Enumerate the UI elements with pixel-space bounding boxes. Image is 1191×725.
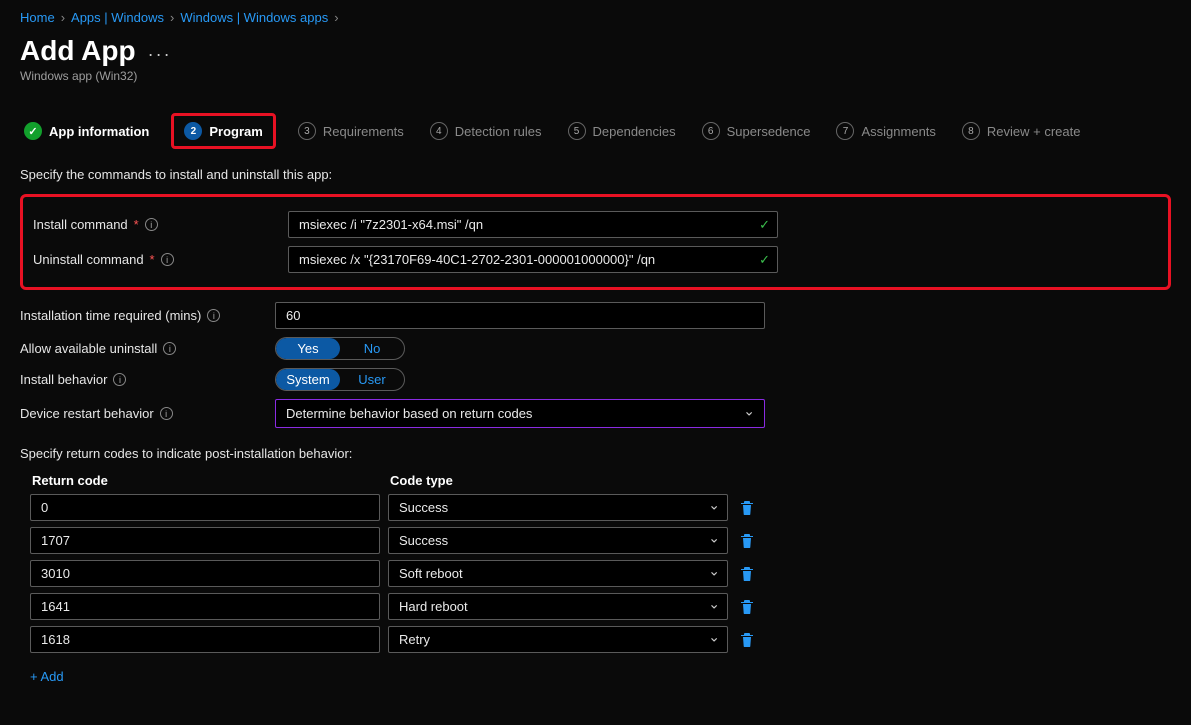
chevron-down-icon (708, 598, 720, 615)
header-code-type: Code type (390, 473, 750, 488)
step-dependencies[interactable]: 5 Dependencies (564, 116, 680, 146)
more-actions-button[interactable]: ··· (148, 44, 172, 65)
info-icon[interactable] (163, 342, 176, 355)
required-indicator: * (150, 252, 155, 267)
install-time-input[interactable] (275, 302, 765, 329)
step-number-icon: 8 (962, 122, 980, 140)
step-number-icon: 6 (702, 122, 720, 140)
delete-row-button[interactable] (736, 562, 758, 586)
chevron-right-icon: › (334, 10, 338, 25)
allow-uninstall-toggle: Yes No (275, 337, 405, 360)
return-code-input[interactable] (30, 494, 380, 521)
delete-row-button[interactable] (736, 628, 758, 652)
install-behavior-toggle: System User (275, 368, 405, 391)
install-behavior-system[interactable]: System (276, 369, 340, 390)
breadcrumb: Home › Apps | Windows › Windows | Window… (20, 10, 1171, 25)
step-label: Supersedence (727, 124, 811, 139)
wizard-steps: App information 2 Program 3 Requirements… (20, 113, 1171, 149)
info-icon[interactable] (161, 253, 174, 266)
header-return-code: Return code (30, 473, 390, 488)
code-type-select[interactable] (388, 560, 728, 587)
uninstall-command-input[interactable] (288, 246, 778, 273)
chevron-down-icon (708, 532, 720, 549)
chevron-down-icon (708, 565, 720, 582)
return-code-row (30, 560, 1171, 587)
install-time-label: Installation time required (mins) (20, 308, 201, 323)
add-return-code-button[interactable]: + Add (30, 669, 64, 684)
delete-row-button[interactable] (736, 595, 758, 619)
step-label: Program (209, 124, 262, 139)
step-detection-rules[interactable]: 4 Detection rules (426, 116, 546, 146)
page-title: Add App (20, 35, 136, 67)
return-code-input[interactable] (30, 527, 380, 554)
step-number-icon: 5 (568, 122, 586, 140)
step-assignments[interactable]: 7 Assignments (832, 116, 939, 146)
required-indicator: * (134, 217, 139, 232)
return-codes-header: Return code Code type (30, 473, 1171, 488)
return-code-row (30, 527, 1171, 554)
delete-row-button[interactable] (736, 529, 758, 553)
step-label: Requirements (323, 124, 404, 139)
uninstall-command-label: Uninstall command (33, 252, 144, 267)
allow-uninstall-no[interactable]: No (340, 338, 404, 359)
step-label: Review + create (987, 124, 1081, 139)
info-icon[interactable] (145, 218, 158, 231)
restart-behavior-select[interactable] (275, 399, 765, 428)
page-subtitle: Windows app (Win32) (20, 69, 1171, 83)
step-supersedence[interactable]: 6 Supersedence (698, 116, 815, 146)
chevron-down-icon (708, 631, 720, 648)
allow-uninstall-yes[interactable]: Yes (276, 338, 340, 359)
step-number-icon: 4 (430, 122, 448, 140)
return-code-input[interactable] (30, 593, 380, 620)
step-review-create[interactable]: 8 Review + create (958, 116, 1085, 146)
code-type-select[interactable] (388, 593, 728, 620)
check-icon (24, 122, 42, 140)
info-icon[interactable] (207, 309, 220, 322)
step-label: App information (49, 124, 149, 139)
step-label: Dependencies (593, 124, 676, 139)
return-code-row (30, 593, 1171, 620)
delete-row-button[interactable] (736, 496, 758, 520)
step-app-information[interactable]: App information (20, 116, 153, 146)
code-type-select[interactable] (388, 494, 728, 521)
code-type-select[interactable] (388, 527, 728, 554)
breadcrumb-windows-apps[interactable]: Windows | Windows apps (180, 10, 328, 25)
breadcrumb-home[interactable]: Home (20, 10, 55, 25)
step-label: Assignments (861, 124, 935, 139)
code-type-select[interactable] (388, 626, 728, 653)
chevron-right-icon: › (61, 10, 65, 25)
chevron-down-icon (708, 499, 720, 516)
step-label: Detection rules (455, 124, 542, 139)
step-number-icon: 2 (184, 122, 202, 140)
restart-behavior-label: Device restart behavior (20, 406, 154, 421)
step-number-icon: 7 (836, 122, 854, 140)
info-icon[interactable] (160, 407, 173, 420)
return-code-row (30, 626, 1171, 653)
step-program[interactable]: 2 Program (171, 113, 275, 149)
section-return-codes-description: Specify return codes to indicate post-in… (20, 446, 1171, 461)
install-uninstall-group: Install command * Uninstall command * (20, 194, 1171, 290)
allow-uninstall-label: Allow available uninstall (20, 341, 157, 356)
return-code-input[interactable] (30, 626, 380, 653)
install-command-label: Install command (33, 217, 128, 232)
return-code-input[interactable] (30, 560, 380, 587)
install-command-input[interactable] (288, 211, 778, 238)
info-icon[interactable] (113, 373, 126, 386)
step-number-icon: 3 (298, 122, 316, 140)
return-code-row (30, 494, 1171, 521)
install-behavior-label: Install behavior (20, 372, 107, 387)
chevron-right-icon: › (170, 10, 174, 25)
install-behavior-user[interactable]: User (340, 369, 404, 390)
breadcrumb-apps-windows[interactable]: Apps | Windows (71, 10, 164, 25)
section-commands-description: Specify the commands to install and unin… (20, 167, 1171, 182)
step-requirements[interactable]: 3 Requirements (294, 116, 408, 146)
